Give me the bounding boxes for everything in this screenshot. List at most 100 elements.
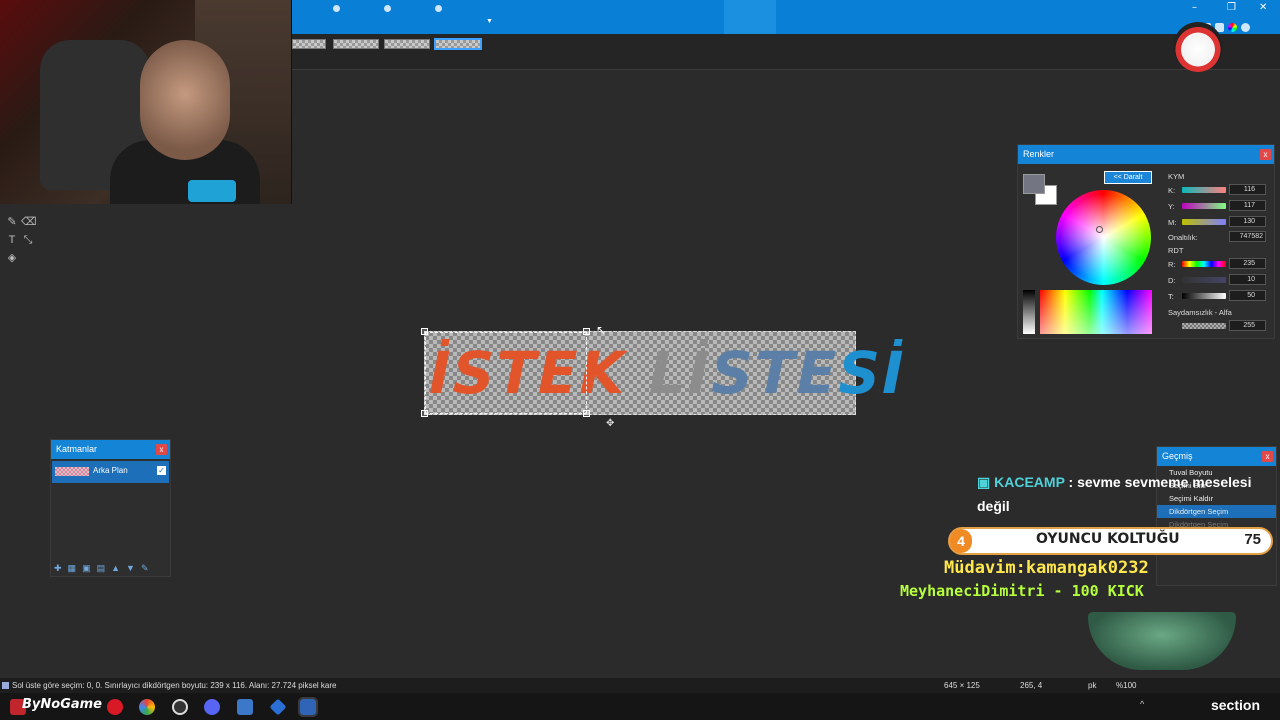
chrome-icon[interactable] xyxy=(139,699,155,715)
gear-icon[interactable] xyxy=(1241,23,1250,32)
title-bar: ▼ – ❐ ✕ xyxy=(292,0,1280,34)
move-handle-icon[interactable]: ✥ xyxy=(606,418,614,429)
layers-panel-title: Katmanlar xyxy=(56,444,98,454)
k-value-input[interactable]: 116 xyxy=(1229,184,1266,195)
history-close-button[interactable]: x xyxy=(1262,451,1273,462)
streamer-face xyxy=(140,40,230,160)
layer-thumbnail xyxy=(55,467,89,476)
alpha-value-input[interactable]: 255 xyxy=(1229,320,1266,331)
regular-viewer-ticker: Müdavim:kamangak0232 xyxy=(944,558,1149,578)
seat-count: 75 xyxy=(1244,531,1261,548)
image-thumbnail-bar xyxy=(292,34,1280,70)
alpha-slider[interactable] xyxy=(1182,323,1226,329)
d-value-input[interactable]: 10 xyxy=(1229,274,1266,285)
move-up-icon[interactable]: ▲ xyxy=(111,563,126,573)
image-canvas[interactable]: İSTEK LİSTESİ xyxy=(421,328,904,417)
m-label: M: xyxy=(1168,218,1177,227)
r-slider[interactable] xyxy=(1182,261,1226,267)
tab-dropdown-icon[interactable]: ▼ xyxy=(486,18,493,25)
duplicate-layer-icon[interactable]: ▣ xyxy=(82,563,97,573)
menu-dot-icon[interactable] xyxy=(333,5,340,12)
layers-panel-header: Katmanlar x xyxy=(51,440,170,459)
layer-visibility-checkbox[interactable]: ✓ xyxy=(157,466,166,475)
primary-color-swatch[interactable] xyxy=(1023,174,1045,194)
layers-close-button[interactable]: x xyxy=(156,444,167,455)
color-wheel-cursor[interactable] xyxy=(1096,226,1103,233)
discord-icon[interactable] xyxy=(204,699,220,715)
colors-panel: Renkler x << Daralt KYM K: 116 Y: 117 M:… xyxy=(1017,144,1275,339)
image-size-readout: 645 × 125 xyxy=(944,681,980,690)
active-image-tab[interactable] xyxy=(724,0,776,34)
bynogame-logo-text: ByNoGame xyxy=(22,697,102,712)
move-down-icon[interactable]: ▼ xyxy=(126,563,141,573)
layer-item[interactable]: Arka Plan ✓ xyxy=(52,461,169,483)
eraser-icon[interactable]: ⌫ xyxy=(21,215,37,229)
grayscale-palette[interactable] xyxy=(1023,290,1035,334)
cursor-position-readout: 265, 4 xyxy=(1020,681,1043,690)
t-slider[interactable] xyxy=(1182,293,1226,299)
menu-dot-icon[interactable] xyxy=(384,5,391,12)
layer-properties-icon[interactable]: ✎ xyxy=(141,563,155,573)
file-explorer-icon[interactable] xyxy=(237,699,253,715)
history-panel-header: Geçmiş x xyxy=(1157,447,1276,466)
alpha-label: Saydamsızlık - Alfa xyxy=(1168,308,1232,317)
y-value-input[interactable]: 117 xyxy=(1229,200,1266,211)
hex-value-input[interactable]: 747582 xyxy=(1229,231,1266,242)
canvas-word-2-part-a: Lİ xyxy=(648,339,712,407)
y-slider[interactable] xyxy=(1182,203,1226,209)
t-value-input[interactable]: 50 xyxy=(1229,290,1266,301)
selection-handle[interactable] xyxy=(421,328,428,335)
image-thumbnail[interactable] xyxy=(384,39,430,49)
opera-icon[interactable] xyxy=(107,699,123,715)
image-thumbnail[interactable] xyxy=(292,39,326,49)
tools-palette: ✎ ⌫ T ⤡ ◈ xyxy=(4,212,38,266)
m-value-input[interactable]: 130 xyxy=(1229,216,1266,227)
m-slider[interactable] xyxy=(1182,219,1226,225)
selection-handle[interactable] xyxy=(421,410,428,417)
r-value-input[interactable]: 235 xyxy=(1229,258,1266,269)
selection-handle[interactable] xyxy=(583,328,590,335)
k-slider[interactable] xyxy=(1182,187,1226,193)
seat-number-badge: 4 xyxy=(950,529,972,553)
selection-handle[interactable] xyxy=(583,410,590,417)
d-label: D: xyxy=(1168,276,1176,285)
tray-chevron-icon[interactable]: ^ xyxy=(1140,699,1144,709)
add-layer-icon[interactable]: ✚ xyxy=(54,563,68,573)
colors-close-button[interactable]: x xyxy=(1260,149,1271,160)
restore-button[interactable]: ❐ xyxy=(1227,2,1236,13)
unit-select[interactable]: pk xyxy=(1088,678,1096,693)
chat-badge-icon: ▣ xyxy=(977,474,991,490)
delete-layer-icon[interactable]: ▦ xyxy=(68,563,83,573)
obs-icon[interactable] xyxy=(172,699,188,715)
color-palette[interactable] xyxy=(1040,290,1152,334)
t-label: T: xyxy=(1168,292,1174,301)
seat-label: OYUNCU KOLTUĞU xyxy=(1036,531,1180,547)
palette-icon[interactable] xyxy=(1228,23,1237,32)
image-thumbnail[interactable] xyxy=(333,39,379,49)
close-button[interactable]: ✕ xyxy=(1259,2,1267,13)
mouse-cursor-icon: ↖ xyxy=(596,323,607,337)
line-tool-icon[interactable]: ⤡ xyxy=(21,233,35,247)
menu-dot-icon[interactable] xyxy=(435,5,442,12)
text-tool-icon[interactable]: T xyxy=(5,233,19,247)
color-wheel[interactable] xyxy=(1056,190,1151,285)
panda-mascot-logo xyxy=(1173,22,1223,72)
d-slider[interactable] xyxy=(1182,277,1226,283)
merge-layer-icon[interactable]: ▤ xyxy=(97,563,112,573)
canvas-word-2-part-b: STE xyxy=(711,339,839,407)
app-diamond-icon[interactable] xyxy=(269,698,287,716)
selection-rectangle[interactable] xyxy=(425,332,587,414)
colors-panel-title: Renkler xyxy=(1023,149,1055,159)
zoom-select[interactable]: %100 xyxy=(1116,678,1136,693)
collapse-button[interactable]: << Daralt xyxy=(1104,171,1152,184)
canvas-word-2-part-c: Sİ xyxy=(838,339,906,407)
shapes-tool-icon[interactable]: ◈ xyxy=(5,251,19,265)
minimize-button[interactable]: – xyxy=(1192,2,1197,13)
layers-panel: Katmanlar x Arka Plan ✓ ✚▦▣▤▲▼✎ xyxy=(50,439,171,577)
image-thumbnail-active[interactable] xyxy=(434,38,482,50)
status-bar: Sol üste göre seçim: 0, 0. Sınırlayıcı d… xyxy=(0,678,1280,693)
webcam-overlay xyxy=(0,0,292,204)
paint-net-icon[interactable] xyxy=(298,697,318,717)
brush-icon[interactable]: ✎ xyxy=(5,215,19,229)
microphone xyxy=(188,180,236,202)
